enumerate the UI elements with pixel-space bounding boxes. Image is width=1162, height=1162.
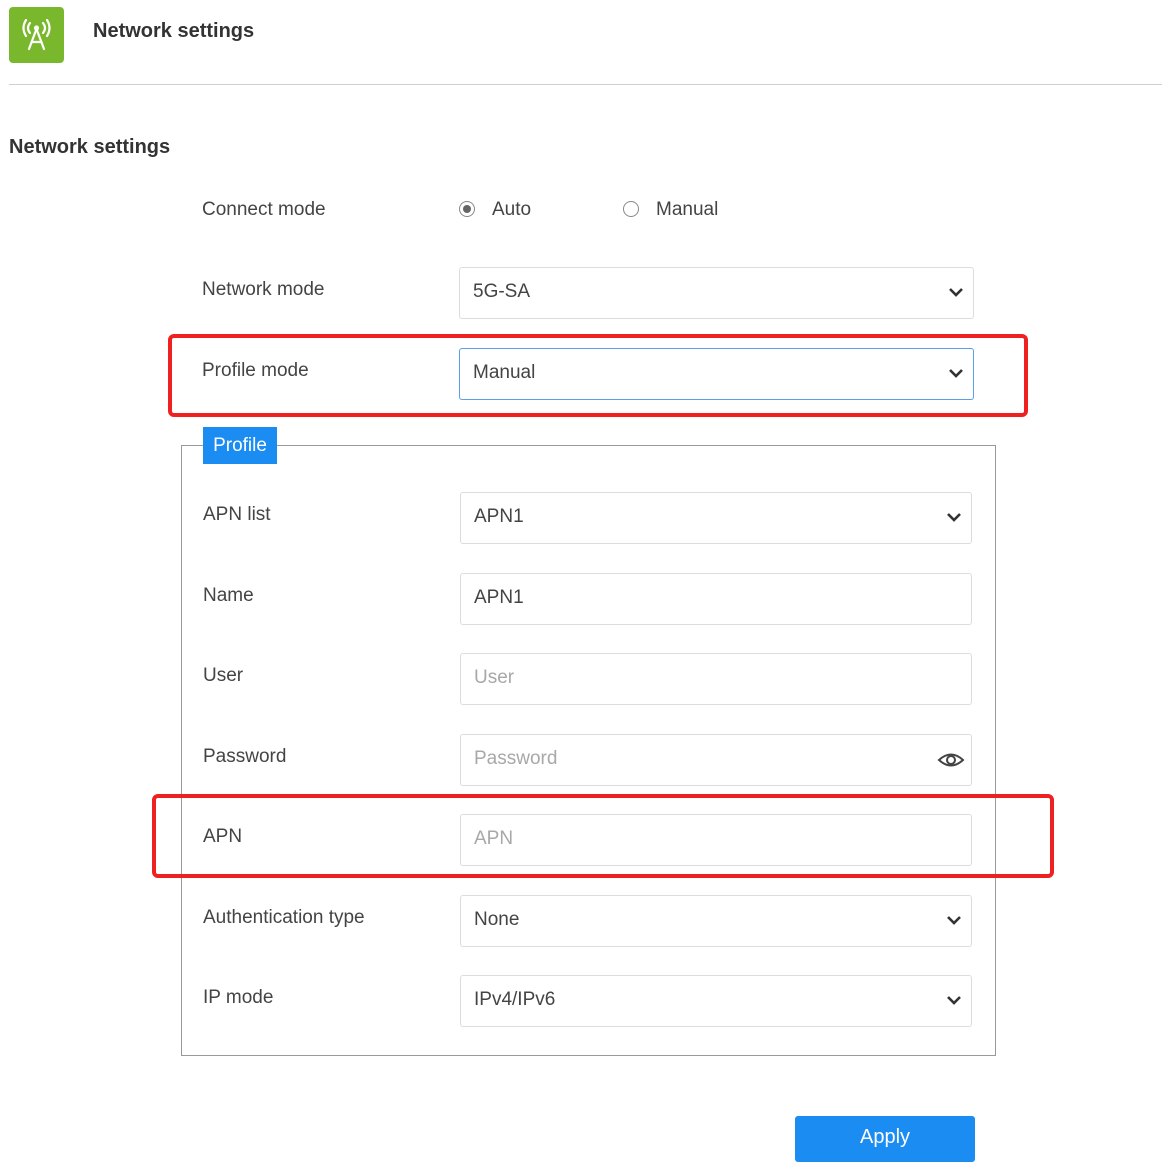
apn-list-label: APN list bbox=[203, 504, 271, 525]
auth-type-value: None bbox=[474, 909, 520, 930]
user-label: User bbox=[203, 665, 244, 686]
ip-mode-value: IPv4/IPv6 bbox=[474, 989, 556, 1010]
header-title: Network settings bbox=[93, 20, 255, 42]
apply-button[interactable]: Apply bbox=[795, 1116, 975, 1162]
user-input[interactable]: User bbox=[460, 653, 972, 705]
network-mode-label: Network mode bbox=[202, 279, 325, 300]
password-placeholder: Password bbox=[474, 748, 558, 769]
section-title: Network settings bbox=[9, 136, 171, 158]
name-value: APN1 bbox=[474, 587, 524, 608]
ip-mode-label: IP mode bbox=[203, 987, 274, 1008]
network-mode-value: 5G-SA bbox=[473, 281, 531, 302]
apn-list-select[interactable]: APN1 bbox=[460, 492, 972, 544]
network-mode-select[interactable]: 5G-SA bbox=[459, 267, 974, 319]
password-input[interactable]: Password bbox=[460, 734, 972, 786]
name-label: Name bbox=[203, 585, 254, 606]
connect-mode-auto-label[interactable]: Auto bbox=[492, 199, 531, 221]
auth-type-select[interactable]: None bbox=[460, 895, 972, 947]
apn-highlight bbox=[152, 794, 1054, 878]
ip-mode-select[interactable]: IPv4/IPv6 bbox=[460, 975, 972, 1027]
connect-mode-auto-radio[interactable] bbox=[459, 201, 475, 217]
profile-legend: Profile bbox=[203, 427, 277, 464]
chevron-down-icon bbox=[949, 288, 963, 297]
apn-list-value: APN1 bbox=[474, 506, 524, 527]
password-label: Password bbox=[203, 746, 287, 767]
connect-mode-manual-label[interactable]: Manual bbox=[656, 199, 718, 221]
user-placeholder: User bbox=[474, 667, 515, 688]
header-divider bbox=[9, 84, 1162, 85]
connect-mode-label: Connect mode bbox=[202, 199, 326, 220]
chevron-down-icon bbox=[947, 916, 961, 925]
chevron-down-icon bbox=[947, 513, 961, 522]
chevron-down-icon bbox=[947, 996, 961, 1005]
page-header: Network settings bbox=[0, 0, 1162, 86]
radio-selected-dot bbox=[463, 205, 471, 213]
profile-mode-highlight bbox=[168, 334, 1028, 417]
eye-icon[interactable] bbox=[937, 748, 965, 772]
auth-type-label: Authentication type bbox=[203, 907, 365, 928]
connect-mode-manual-radio[interactable] bbox=[623, 201, 639, 217]
name-input[interactable]: APN1 bbox=[460, 573, 972, 625]
antenna-icon bbox=[9, 7, 64, 63]
